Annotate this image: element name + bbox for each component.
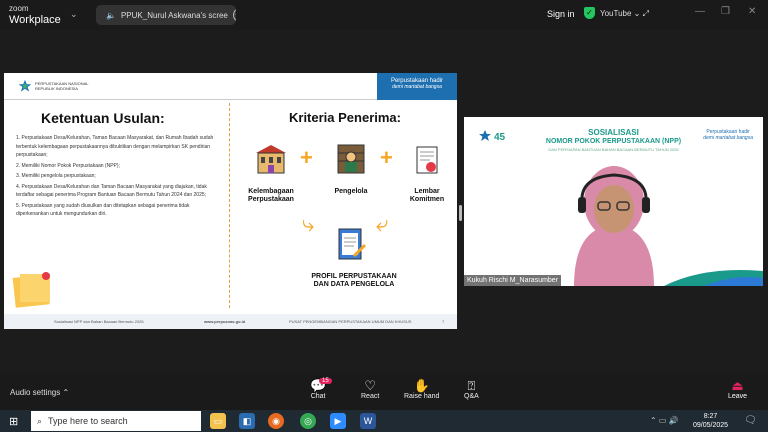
youtube-menu[interactable]: YouTube ⌄ ⤢ (600, 9, 649, 19)
leave-label: Leave (728, 393, 748, 400)
resize-handle[interactable] (459, 205, 462, 221)
list-item: 1. Perpustakaan Desa/Kelurahan, Taman Ba… (16, 135, 214, 158)
footer-mid: www.perpusnas.go.id (204, 319, 246, 324)
sign-in-link[interactable]: Sign in (547, 9, 575, 19)
clock-time: 8:27 (703, 413, 718, 420)
react-button[interactable]: ♡ React (361, 378, 379, 400)
curved-arrow-right-icon: ⤶ (376, 211, 389, 236)
brand-workplace: Workplace (9, 14, 61, 26)
chevron-down-icon[interactable]: ⌄ (70, 9, 78, 20)
plus-icon: + (380, 145, 393, 170)
slide-header: PERPUSTAKAAN NASIONAL REPUBLIK INDONESIA… (4, 73, 457, 100)
store-icon[interactable]: ◧ (239, 413, 255, 429)
shield-check-icon: ✓ (584, 7, 595, 19)
perpusnas-logo: PERPUSTAKAAN NASIONAL REPUBLIK INDONESIA (18, 79, 89, 93)
youtube-label: YouTube (600, 9, 632, 18)
list-item: 5. Perpustakaan yang sudah diusulkan dan… (16, 202, 190, 218)
windows-start-icon[interactable]: ⊞ (9, 415, 18, 428)
audio-settings-button[interactable]: Audio settings ⌃ (10, 388, 69, 397)
left-title: Ketentuan Usulan: (41, 110, 165, 126)
plus-icon: + (300, 145, 313, 170)
heart-icon: ♡ (364, 378, 376, 393)
notification-icon[interactable]: 🗨 (744, 415, 757, 426)
commitment-document-icon (416, 146, 438, 174)
curved-arrow-left-icon: ⤷ (302, 211, 315, 236)
criteria-label-komitmen: Lembar Komitmen (409, 188, 445, 203)
meeting-controls: Audio settings ⌃ 💬 15 Chat ♡ React ✋ Rai… (0, 373, 768, 410)
leave-button[interactable]: ⏏ Leave (728, 378, 747, 400)
leave-icon: ⏏ (731, 378, 744, 393)
taskbar-search[interactable]: ⌕ Type here to search (31, 411, 201, 431)
word-icon[interactable]: W (360, 413, 376, 429)
list-item: 3. Memiliki pengelola perpustakaan; (16, 173, 96, 179)
profile-label: PROFIL PERPUSTAKAAN DAN DATA PENGELOLA (311, 273, 397, 288)
hand-icon: ✋ (413, 378, 430, 393)
qa-button[interactable]: ⍰ Q&A (464, 378, 479, 400)
librarian-icon (337, 144, 365, 174)
raise-hand-button[interactable]: ✋ Raise hand (404, 378, 439, 400)
share-title: PPUK_Nurul Askwana's scree (120, 10, 228, 20)
file-explorer-icon[interactable]: ▭ (210, 413, 226, 429)
search-icon: ⌕ (37, 415, 43, 426)
right-title: Kriteria Penerima: (289, 110, 401, 125)
windows-taskbar: ⊞ ⌕ Type here to search ▭ ◧ ◉ ◎ ▶ W ⌃ ▭ … (0, 410, 768, 432)
slide-footer: Sosialisasi NPP dan Bahan Bacaan Bermutu… (4, 314, 457, 329)
video-tagline: Perpustakaan hadir demi martabat bangsa (703, 129, 753, 141)
criteria-label-kelembagaan: Kelembagaan Perpustakaan (248, 188, 294, 203)
minimize-icon[interactable]: — (695, 6, 705, 17)
screen-share-pill[interactable]: 🔈 PPUK_Nurul Askwana's scree ··· (96, 5, 236, 25)
search-placeholder: Type here to search (48, 416, 128, 426)
list-item: 2. Memiliki Nomor Pokok Perpustakaan (NP… (16, 162, 120, 169)
chat-label: Chat (310, 393, 326, 400)
audio-settings-label: Audio settings (10, 388, 61, 397)
video-tag-2: demi martabat bangsa (703, 135, 753, 141)
qa-icon: ⍰ (467, 378, 476, 393)
zoom-app-icon[interactable]: ▶ (330, 413, 346, 429)
raise-hand-label: Raise hand (404, 393, 440, 400)
list-item: 4. Perpustakaan Desa/Kelurahan dan Taman… (16, 183, 207, 199)
react-label: React (361, 393, 380, 400)
requirements-list: 1. Perpustakaan Desa/Kelurahan, Taman Ba… (16, 134, 222, 221)
participant-name: Kukuh Rischi M_Narasumber (464, 275, 562, 286)
criteria-label-pengelola: Pengelola (334, 188, 368, 195)
chat-button[interactable]: 💬 15 Chat (310, 378, 332, 400)
footer-left: Sosialisasi NPP dan Bahan Bacaan Bermutu… (54, 319, 144, 324)
shared-slide: PERPUSTAKAAN NASIONAL REPUBLIK INDONESIA… (4, 73, 457, 329)
zoom-top-bar: zoom Workplace ⌄ 🔈 PPUK_Nurul Askwana's … (0, 0, 768, 30)
chrome-icon[interactable]: ◎ (300, 413, 316, 429)
footer-right: PUSAT PENGEMBANGAN PERPUSTAKAAN UMUM DAN… (289, 319, 412, 324)
chat-badge: 15 (319, 378, 332, 384)
qa-label: Q&A (464, 393, 479, 400)
more-icon[interactable]: ··· (232, 9, 236, 21)
tagline-2: demi martabat bangsa (392, 84, 442, 90)
zoom-brand: zoom Workplace (9, 4, 61, 26)
brand-zoom: zoom (9, 4, 29, 13)
firefox-icon[interactable]: ◉ (268, 413, 284, 429)
sticky-note-icon (12, 270, 56, 313)
page-number: 7 (442, 319, 445, 324)
clock-date: 09/05/2025 (693, 422, 729, 429)
slide-tagline: Perpustakaan hadir demi martabat bangsa (377, 73, 457, 100)
star-logo-icon (18, 79, 32, 92)
tray-icons[interactable]: ⌃ ▭ 🔊 (650, 416, 679, 425)
restore-icon[interactable]: ❐ (721, 6, 730, 17)
video-title-3: DAN PERSIAPAN BANTUAN BAHAN BACAAN BERMU… (548, 147, 679, 152)
taskbar-clock[interactable]: 8:27 09/05/2025 (693, 412, 728, 430)
dashed-divider (229, 103, 230, 308)
speaker-video-tile[interactable]: 45 SOSIALISASI NOMOR POKOK PERPUSTAKAAN … (464, 117, 763, 286)
speaker-icon: 🔈 (106, 10, 116, 20)
close-icon[interactable]: ✕ (748, 6, 756, 17)
profile-form-icon (338, 228, 367, 260)
library-building-icon (256, 145, 286, 174)
org-name: PERPUSTAKAAN NASIONAL REPUBLIK INDONESIA (35, 81, 89, 91)
